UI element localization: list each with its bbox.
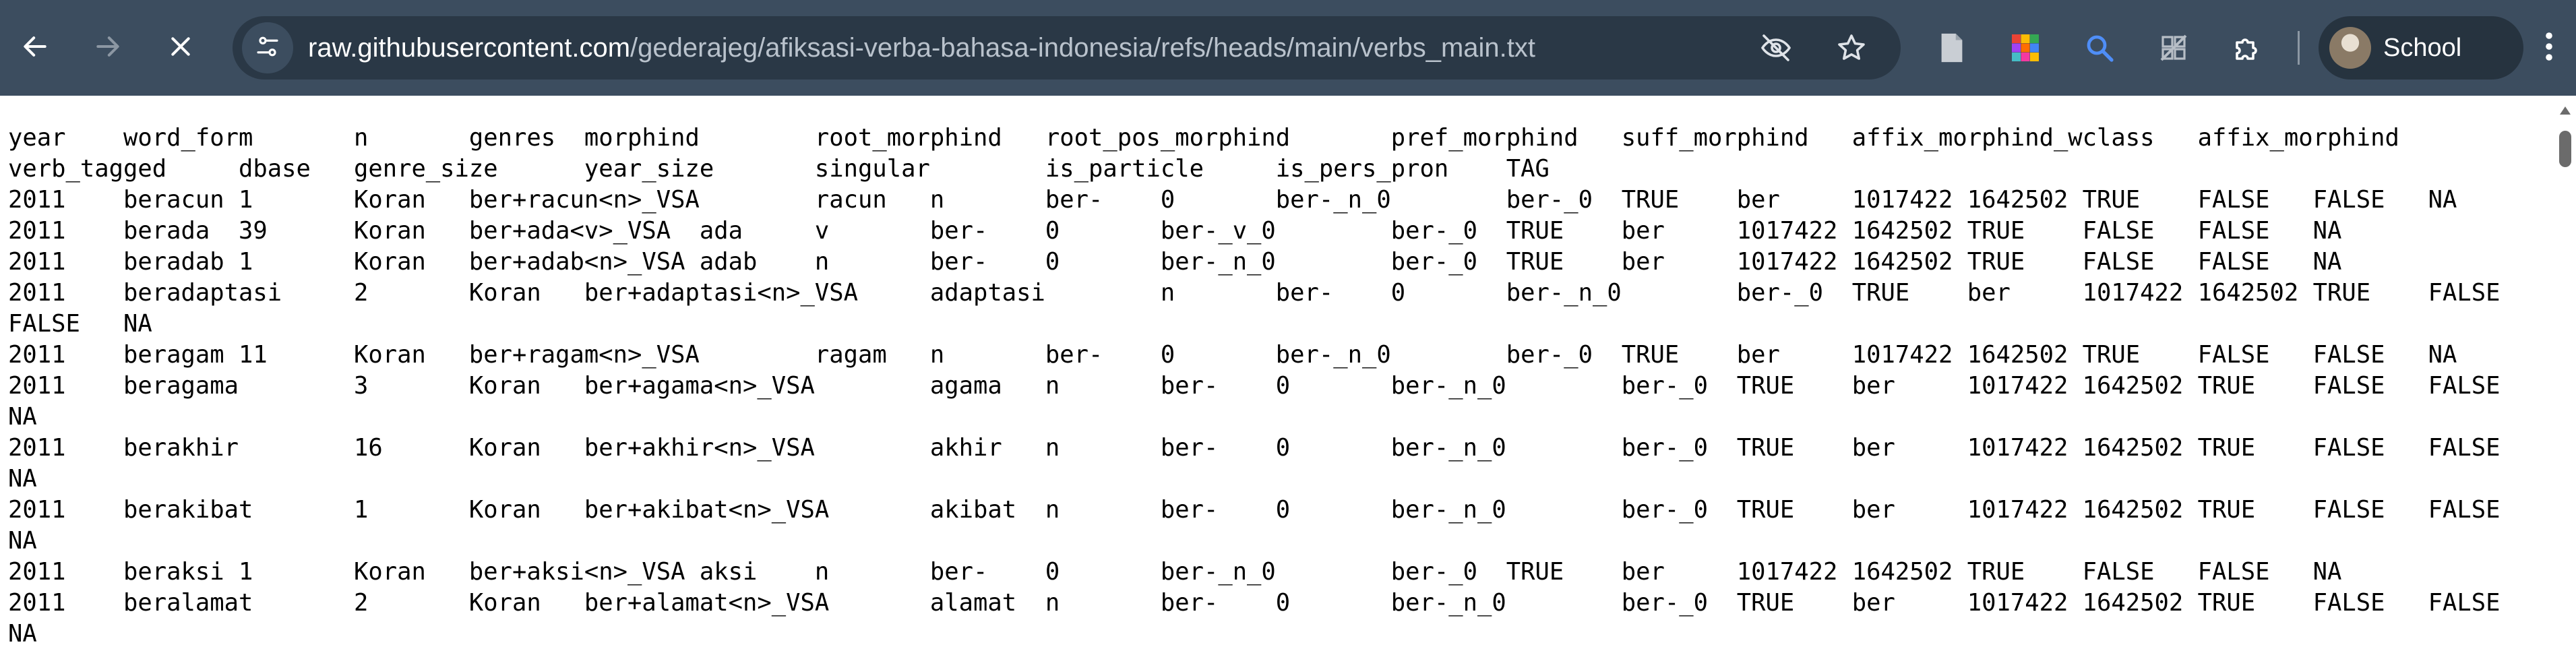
text-line: NA	[8, 527, 37, 555]
text-line: NA	[8, 620, 37, 648]
stop-loading-button[interactable]	[154, 21, 208, 75]
text-line: 2011 beralamat 2 Koran ber+alamat<n>_VSA…	[8, 589, 2501, 617]
forward-button[interactable]	[81, 21, 135, 75]
text-line: 2011 beradaptasi 2 Koran ber+adaptasi<n>…	[8, 279, 2501, 307]
scroll-up-arrow[interactable]	[2560, 106, 2571, 115]
text-line: NA	[8, 403, 37, 431]
site-info-button[interactable]	[242, 22, 293, 73]
vertical-scrollbar[interactable]	[2554, 96, 2576, 651]
color-palette-icon[interactable]	[2005, 28, 2046, 68]
extension-icon[interactable]	[2153, 28, 2194, 68]
profile-button[interactable]: School	[2319, 16, 2523, 80]
toolbar-divider	[2298, 31, 2300, 65]
text-line: 2011 beragam 11 Koran ber+ragam<n>_VSA r…	[8, 341, 2457, 369]
back-button[interactable]	[8, 21, 62, 75]
avatar	[2329, 27, 2371, 69]
profile-name: School	[2383, 34, 2462, 62]
address-bar[interactable]: raw.githubusercontent.com/gederajeg/afik…	[233, 16, 1901, 80]
text-line: FALSE NA	[8, 310, 152, 338]
forward-icon	[93, 32, 123, 64]
stop-icon	[167, 33, 194, 63]
back-icon	[20, 32, 50, 64]
scroll-thumb[interactable]	[2559, 131, 2571, 167]
text-line: year word_form n genres morphind root_mo…	[8, 124, 2399, 152]
text-line: 2011 beradab 1 Koran ber+adab<n>_VSA ada…	[8, 248, 2342, 276]
text-line: NA	[8, 465, 37, 493]
text-line: 2011 beraksi 1 Koran ber+aksi<n>_VSA aks…	[8, 558, 2342, 586]
text-line: 2011 berakhir 16 Koran ber+akhir<n>_VSA …	[8, 434, 2501, 462]
star-icon[interactable]	[1835, 31, 1868, 65]
url-text[interactable]: raw.githubusercontent.com/gederajeg/afik…	[308, 16, 1535, 80]
search-lens-icon[interactable]	[2079, 28, 2120, 68]
puzzle-icon[interactable]	[2228, 28, 2268, 68]
browser-toolbar: raw.githubusercontent.com/gederajeg/afik…	[0, 0, 2576, 96]
text-line: 2011 beragama 3 Koran ber+agama<n>_VSA a…	[8, 372, 2501, 400]
raw-text-content: year word_form n genres morphind root_mo…	[0, 96, 2554, 651]
url-host: raw.githubusercontent.com	[308, 33, 631, 63]
text-line: 2011 berakibat 1 Koran ber+akibat<n>_VSA…	[8, 496, 2501, 524]
text-file-lines: year word_form n genres morphind root_mo…	[8, 123, 2554, 650]
url-path: /gederajeg/afiksasi-verba-bahasa-indones…	[630, 33, 1535, 63]
kebab-menu-icon	[2545, 32, 2553, 64]
site-info-icon	[253, 32, 282, 63]
text-line: verb_tagged dbase genre_size year_size s…	[8, 155, 1550, 183]
eye-off-icon[interactable]	[1759, 31, 1793, 65]
text-line: 2011 beracun 1 Koran ber+racun<n>_VSA ra…	[8, 186, 2457, 214]
menu-button[interactable]	[2529, 21, 2569, 75]
document-icon[interactable]	[1932, 28, 1972, 68]
text-line: 2011 berada 39 Koran ber+ada<v>_VSA ada …	[8, 217, 2342, 245]
